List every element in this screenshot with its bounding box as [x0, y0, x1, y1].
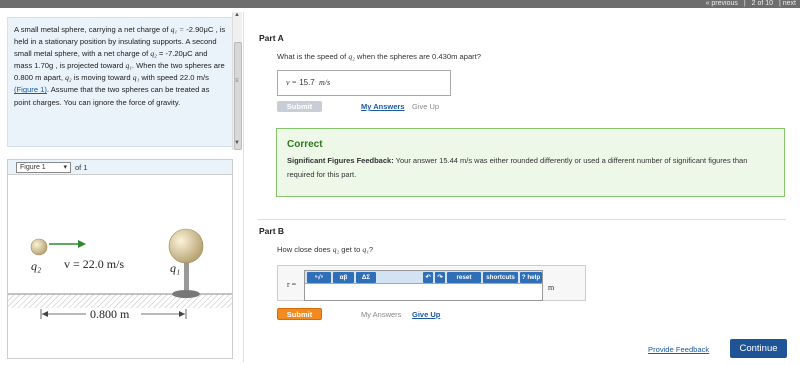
label-q1: q₁: [170, 261, 180, 275]
shortcuts-button[interactable]: shortcuts: [483, 272, 518, 283]
part-a-feedback: Correct Significant Figures Feedback: Yo…: [276, 128, 785, 197]
arrow-head-icon: [78, 240, 86, 248]
top-nav-bar: « previous | 2 of 10 | next: [0, 0, 800, 8]
pane-divider: [243, 12, 244, 362]
feedback-title: Correct: [287, 139, 323, 150]
label-velocity: v = 22.0 m/s: [64, 257, 124, 271]
sphere-q2: [30, 238, 48, 256]
math-toolbar: ⁿ√ⁿ αβ ΔΣ ↶ ↷ reset shortcuts ? help: [305, 271, 542, 284]
figure-select[interactable]: Figure 1 ▾: [16, 161, 71, 173]
part-a-header: Part A: [259, 33, 284, 43]
reset-button[interactable]: reset: [447, 272, 481, 283]
greek-symbols-button[interactable]: αβ: [333, 272, 354, 283]
part-a-my-answers-link[interactable]: My Answers: [361, 102, 405, 111]
ground: [8, 294, 232, 308]
provide-feedback-link[interactable]: Provide Feedback: [648, 345, 709, 354]
templates-button[interactable]: ⁿ√ⁿ: [307, 272, 331, 283]
part-b-unit: m: [548, 283, 555, 292]
figure-count: of 1: [75, 162, 88, 172]
part-b-give-up-link[interactable]: Give Up: [412, 310, 440, 319]
insulating-stand: [184, 262, 189, 292]
part-b-header: Part B: [259, 226, 285, 236]
math-symbols-button[interactable]: ΔΣ: [356, 272, 376, 283]
grip-icon: ≡: [235, 78, 239, 84]
part-b-question: How close does q₂ get to q₁?: [277, 245, 374, 254]
page-indicator: 2 of 10: [751, 0, 774, 7]
part-a-answer-field[interactable]: v = 15.7 m/s: [277, 70, 451, 96]
problem-statement: A small metal sphere, carrying a net cha…: [7, 17, 233, 147]
help-button[interactable]: ? help: [520, 272, 542, 283]
part-b-my-answers-link[interactable]: My Answers: [361, 310, 401, 319]
part-b-answer-editor[interactable]: ⁿ√ⁿ αβ ΔΣ ↶ ↷ reset shortcuts ? help: [304, 270, 543, 301]
label-distance: 0.800 m: [90, 307, 130, 321]
part-divider: [258, 219, 786, 220]
continue-button[interactable]: Continue: [730, 339, 787, 358]
feedback-body: Significant Figures Feedback: Your answe…: [287, 156, 748, 179]
next-link[interactable]: next: [783, 0, 796, 7]
problem-scrollbar[interactable]: ≡: [232, 12, 242, 150]
figure-link[interactable]: (Figure 1): [14, 85, 47, 94]
undo-icon[interactable]: ↶: [423, 272, 433, 283]
part-a-question: What is the speed of q₂ when the spheres…: [277, 52, 482, 61]
chevron-down-icon: ▾: [63, 164, 67, 171]
part-b-answer-label: r =: [287, 280, 297, 289]
part-b-submit-button[interactable]: Submit: [277, 308, 322, 320]
previous-link[interactable]: « previous: [706, 0, 738, 7]
figure-panel: Figure 1 ▾ of 1 q₂ v = 22.0 m/s q₁ 0.800…: [7, 159, 233, 359]
redo-icon[interactable]: ↷: [435, 272, 445, 283]
scrollbar-thumb[interactable]: [234, 42, 242, 150]
figure-diagram: q₂ v = 22.0 m/s q₁ 0.800 m: [8, 228, 232, 321]
figure-toolbar: Figure 1 ▾ of 1: [8, 160, 232, 175]
part-a-submit-button[interactable]: Submit: [277, 101, 322, 112]
part-a-give-up-link[interactable]: Give Up: [412, 102, 439, 111]
stand-base: [172, 290, 200, 298]
scroll-up-icon[interactable]: ▲: [234, 12, 240, 18]
label-q2: q₂: [31, 259, 41, 273]
scroll-down-icon[interactable]: ▼: [234, 140, 240, 146]
sphere-q1: [168, 228, 204, 264]
